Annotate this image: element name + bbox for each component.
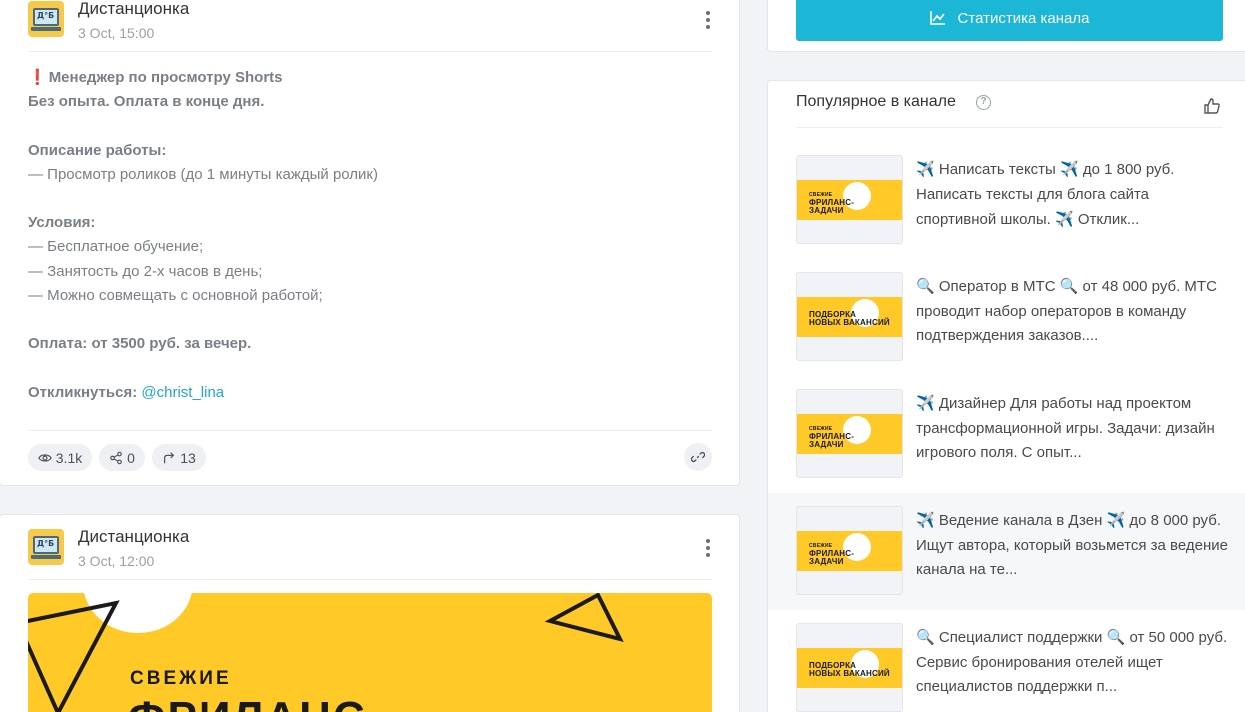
post-date: 3 Oct, 12:00: [78, 553, 155, 569]
divider: [28, 430, 712, 431]
channel-name[interactable]: Дистанционка: [78, 0, 189, 19]
item-text: ✈️ Написать тексты ✈️ до 1 800 руб. Напи…: [916, 160, 1175, 228]
item-text: ✈️ Ведение канала в Дзен ✈️ до 8 000 руб…: [916, 511, 1228, 578]
item-text: ✈️ Дизайнер Для работы над проектом тран…: [916, 394, 1215, 461]
eye-icon: [37, 453, 52, 462]
item-thumbnail: СВЕЖИЕ ФРИЛАНС- ЗАДАЧИ: [796, 506, 903, 595]
stats-button-label: Статистика канала: [957, 9, 1090, 27]
channel-name[interactable]: Дистанционка: [78, 527, 189, 547]
image-text: СВЕЖИЕ: [130, 668, 232, 689]
exclamation-icon: ❗: [28, 69, 47, 86]
item-thumbnail: СВЕЖИЕ ФРИЛАНС- ЗАДАЧИ: [796, 389, 903, 478]
description-line: — Просмотр роликов (до 1 минуты каждый р…: [28, 165, 378, 183]
popular-item[interactable]: ПОДБОРКА НОВЫХ ВАКАНСИЙ 🔍 Оператор в МТС …: [768, 272, 1245, 382]
shares-count: 0: [127, 449, 135, 466]
share-icon: [110, 451, 122, 464]
post-subtitle: Без опыта. Оплата в конце дня.: [28, 93, 265, 111]
popular-title: Популярное в канале: [796, 93, 956, 110]
help-icon[interactable]: ?: [976, 95, 991, 110]
more-options-icon[interactable]: [704, 539, 712, 559]
item-thumbnail: ПОДБОРКА НОВЫХ ВАКАНСИЙ: [796, 272, 903, 361]
respond-label: Откликнуться:: [28, 383, 138, 401]
channel-avatar[interactable]: Д°Б: [28, 1, 64, 37]
channel-stats-button[interactable]: Статистика канала: [796, 0, 1223, 41]
item-text: 🔍 Специалист поддержки 🔍 от 50 000 руб. …: [916, 628, 1228, 695]
copy-link-button[interactable]: [684, 443, 712, 471]
popular-item[interactable]: СВЕЖИЕ ФРИЛАНС- ЗАДАЧИ ✈️ Ведение канала в…: [768, 493, 1245, 610]
contact-link[interactable]: @christ_lina: [141, 384, 224, 401]
image-text: ФРИЛАНС: [128, 693, 367, 712]
chart-icon: [929, 11, 945, 25]
thumbs-up-icon[interactable]: [1203, 97, 1221, 115]
more-options-icon[interactable]: [704, 11, 712, 31]
views-count: 3.1k: [55, 449, 83, 466]
conditions-heading: Условия:: [28, 214, 96, 232]
forwards-counter[interactable]: 13: [152, 444, 206, 471]
description-heading: Описание работы:: [28, 141, 167, 159]
channel-avatar[interactable]: Д°Б: [28, 529, 64, 565]
post-card: Д°Б Дистанционка 3 Oct, 12:00 СВЕЖИЕ ФРИ…: [0, 514, 740, 712]
condition-line: — Можно совмещать с основной работой;: [28, 287, 323, 305]
stats-card: Статистика канала: [767, 0, 1245, 52]
popular-card: Популярное в канале ? СВЕЖИЕ ФРИЛАНС- ЗАДА…: [767, 80, 1245, 712]
forward-icon: [164, 451, 175, 463]
condition-line: — Бесплатное обучение;: [28, 238, 204, 256]
popular-item[interactable]: ПОДБОРКА НОВЫХ ВАКАНСИЙ 🔍 Специалист подд…: [768, 623, 1245, 712]
item-thumbnail: СВЕЖИЕ ФРИЛАНС- ЗАДАЧИ: [796, 155, 903, 244]
post-header: Д°Б Дистанционка 3 Oct, 15:00: [28, 0, 712, 51]
item-thumbnail: ПОДБОРКА НОВЫХ ВАКАНСИЙ: [796, 623, 903, 712]
forwards-count: 13: [180, 449, 196, 466]
post-image[interactable]: СВЕЖИЕ ФРИЛАНС: [28, 593, 712, 712]
divider: [28, 579, 712, 580]
link-icon: [691, 452, 705, 462]
post-date: 3 Oct, 15:00: [78, 25, 155, 41]
divider: [28, 51, 712, 52]
shares-counter[interactable]: 0: [99, 444, 145, 471]
popular-item[interactable]: СВЕЖИЕ ФРИЛАНС- ЗАДАЧИ ✈️ Дизайнер Для раб…: [768, 389, 1245, 499]
divider: [796, 127, 1223, 128]
post-text: ❗ Менеджер по просмотру Shorts Без опыта.…: [28, 66, 712, 405]
condition-line: — Занятость до 2-х часов в день;: [28, 262, 263, 280]
item-text: 🔍 Оператор в МТС 🔍 от 48 000 руб. МТС пр…: [916, 277, 1217, 344]
popular-item[interactable]: СВЕЖИЕ ФРИЛАНС- ЗАДАЧИ ✈️ Написать тексты …: [768, 155, 1245, 265]
post-title: Менеджер по просмотру Shorts: [48, 69, 283, 86]
post-card: Д°Б Дистанционка 3 Oct, 15:00 ❗ Менеджер …: [0, 0, 740, 486]
payment-line: Оплата: от 3500 руб. за вечер.: [28, 335, 252, 353]
post-header: Д°Б Дистанционка 3 Oct, 12:00: [28, 527, 712, 579]
views-counter[interactable]: 3.1k: [28, 444, 92, 471]
